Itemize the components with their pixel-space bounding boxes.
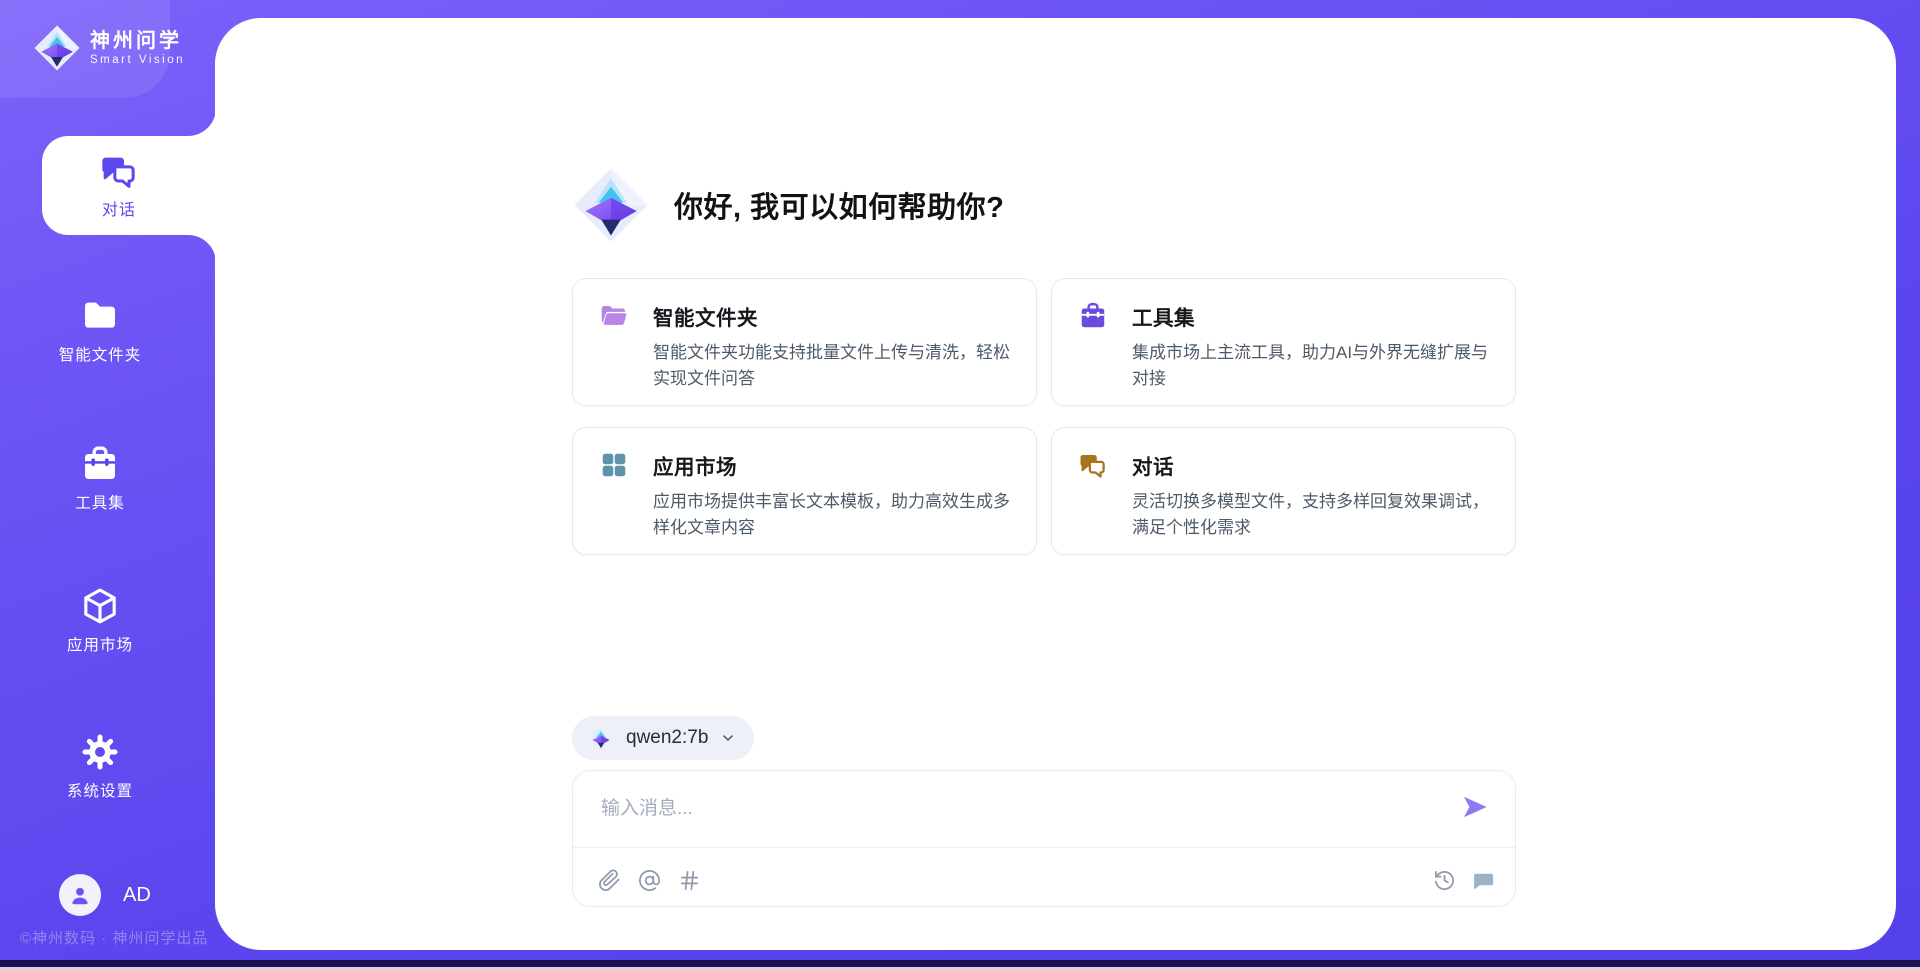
chat-icon: [99, 151, 139, 191]
brand: 神州问学 Smart Vision: [33, 24, 185, 72]
sidebar-item-app-market[interactable]: 应用市场: [0, 586, 200, 655]
card-title: 智能文件夹: [653, 301, 758, 331]
history-button[interactable]: [1433, 869, 1456, 892]
model-diamond-logo-icon: [588, 725, 614, 751]
sidebar-item-label: 工具集: [75, 491, 125, 513]
brand-name: 神州问学: [90, 30, 185, 52]
composer-divider: [573, 847, 1515, 848]
brand-diamond-logo-icon: [33, 24, 81, 72]
topic-button[interactable]: [678, 869, 701, 892]
send-button[interactable]: [1461, 793, 1489, 821]
sidebar-item-label: 对话: [102, 196, 136, 220]
model-selector[interactable]: qwen2:7b: [572, 716, 754, 760]
app-window: 神州问学 Smart Vision 对话 智能文件夹 工具集 应用市场 系统设置: [0, 0, 1920, 970]
chat-bubble-icon: [1472, 869, 1495, 892]
sidebar-item-toolset[interactable]: 工具集: [0, 444, 200, 513]
card-smart-folder[interactable]: 智能文件夹 智能文件夹功能支持批量文件上传与清洗，轻松实现文件问答: [572, 278, 1037, 406]
attach-button[interactable]: [598, 869, 621, 892]
main-content: 你好, 我可以如何帮助你? 智能文件夹 智能文件夹功能支持批量文件上传与清洗，轻…: [572, 18, 1516, 950]
user-name: AD: [123, 884, 151, 907]
card-description: 应用市场提供丰富长文本模板，助力高效生成多样化文章内容: [653, 489, 1012, 540]
chevron-down-icon: [720, 730, 736, 746]
card-title: 应用市场: [653, 450, 737, 480]
avatar: [59, 874, 101, 916]
gear-icon: [80, 732, 120, 772]
cube-icon: [80, 586, 120, 626]
person-icon: [67, 882, 93, 908]
greeting-diamond-logo-icon: [572, 166, 650, 244]
card-description: 集成市场上主流工具，助力AI与外界无缝扩展与对接: [1132, 340, 1491, 391]
at-sign-icon: [638, 869, 661, 892]
folder-icon: [80, 296, 120, 336]
toolbox-icon: [1078, 301, 1108, 331]
bottom-edge: [0, 960, 1920, 967]
main-panel: 你好, 我可以如何帮助你? 智能文件夹 智能文件夹功能支持批量文件上传与清洗，轻…: [215, 18, 1896, 950]
model-name: qwen2:7b: [626, 727, 708, 749]
new-chat-button[interactable]: [1472, 869, 1495, 892]
card-description: 智能文件夹功能支持批量文件上传与清洗，轻松实现文件问答: [653, 340, 1012, 391]
card-title: 对话: [1132, 450, 1174, 480]
copyright-text: ©神州数码 · 神州问学出品: [20, 927, 208, 948]
message-input[interactable]: [573, 771, 1515, 841]
card-description: 灵活切换多模型文件，支持多样回复效果调试，满足个性化需求: [1132, 489, 1491, 540]
grid-icon: [599, 450, 629, 480]
sidebar: 神州问学 Smart Vision 对话 智能文件夹 工具集 应用市场 系统设置: [0, 0, 215, 960]
brand-subtitle: Smart Vision: [90, 54, 185, 66]
hash-icon: [678, 869, 701, 892]
sidebar-item-label: 智能文件夹: [59, 343, 142, 365]
card-toolset[interactable]: 工具集 集成市场上主流工具，助力AI与外界无缝扩展与对接: [1051, 278, 1516, 406]
toolbox-icon: [80, 444, 120, 484]
sidebar-item-chat[interactable]: 对话: [32, 136, 206, 235]
card-chat[interactable]: 对话 灵活切换多模型文件，支持多样回复效果调试，满足个性化需求: [1051, 427, 1516, 555]
send-icon: [1461, 793, 1489, 821]
sidebar-item-system-settings[interactable]: 系统设置: [0, 732, 200, 801]
chat-icon: [1078, 450, 1108, 480]
card-title: 工具集: [1132, 301, 1195, 331]
user-chip[interactable]: AD: [59, 874, 151, 916]
paperclip-icon: [598, 869, 621, 892]
greeting: 你好, 我可以如何帮助你?: [572, 166, 1004, 244]
sidebar-item-label: 系统设置: [67, 779, 133, 801]
message-composer: [572, 770, 1516, 907]
folder-open-icon: [599, 301, 629, 331]
feature-cards: 智能文件夹 智能文件夹功能支持批量文件上传与清洗，轻松实现文件问答 工具集 集成…: [572, 278, 1516, 555]
mention-button[interactable]: [638, 869, 661, 892]
sidebar-item-smart-folder[interactable]: 智能文件夹: [0, 296, 200, 365]
history-clock-icon: [1433, 869, 1456, 892]
greeting-text: 你好, 我可以如何帮助你?: [674, 184, 1004, 226]
sidebar-item-label: 应用市场: [67, 633, 133, 655]
card-app-market[interactable]: 应用市场 应用市场提供丰富长文本模板，助力高效生成多样化文章内容: [572, 427, 1037, 555]
